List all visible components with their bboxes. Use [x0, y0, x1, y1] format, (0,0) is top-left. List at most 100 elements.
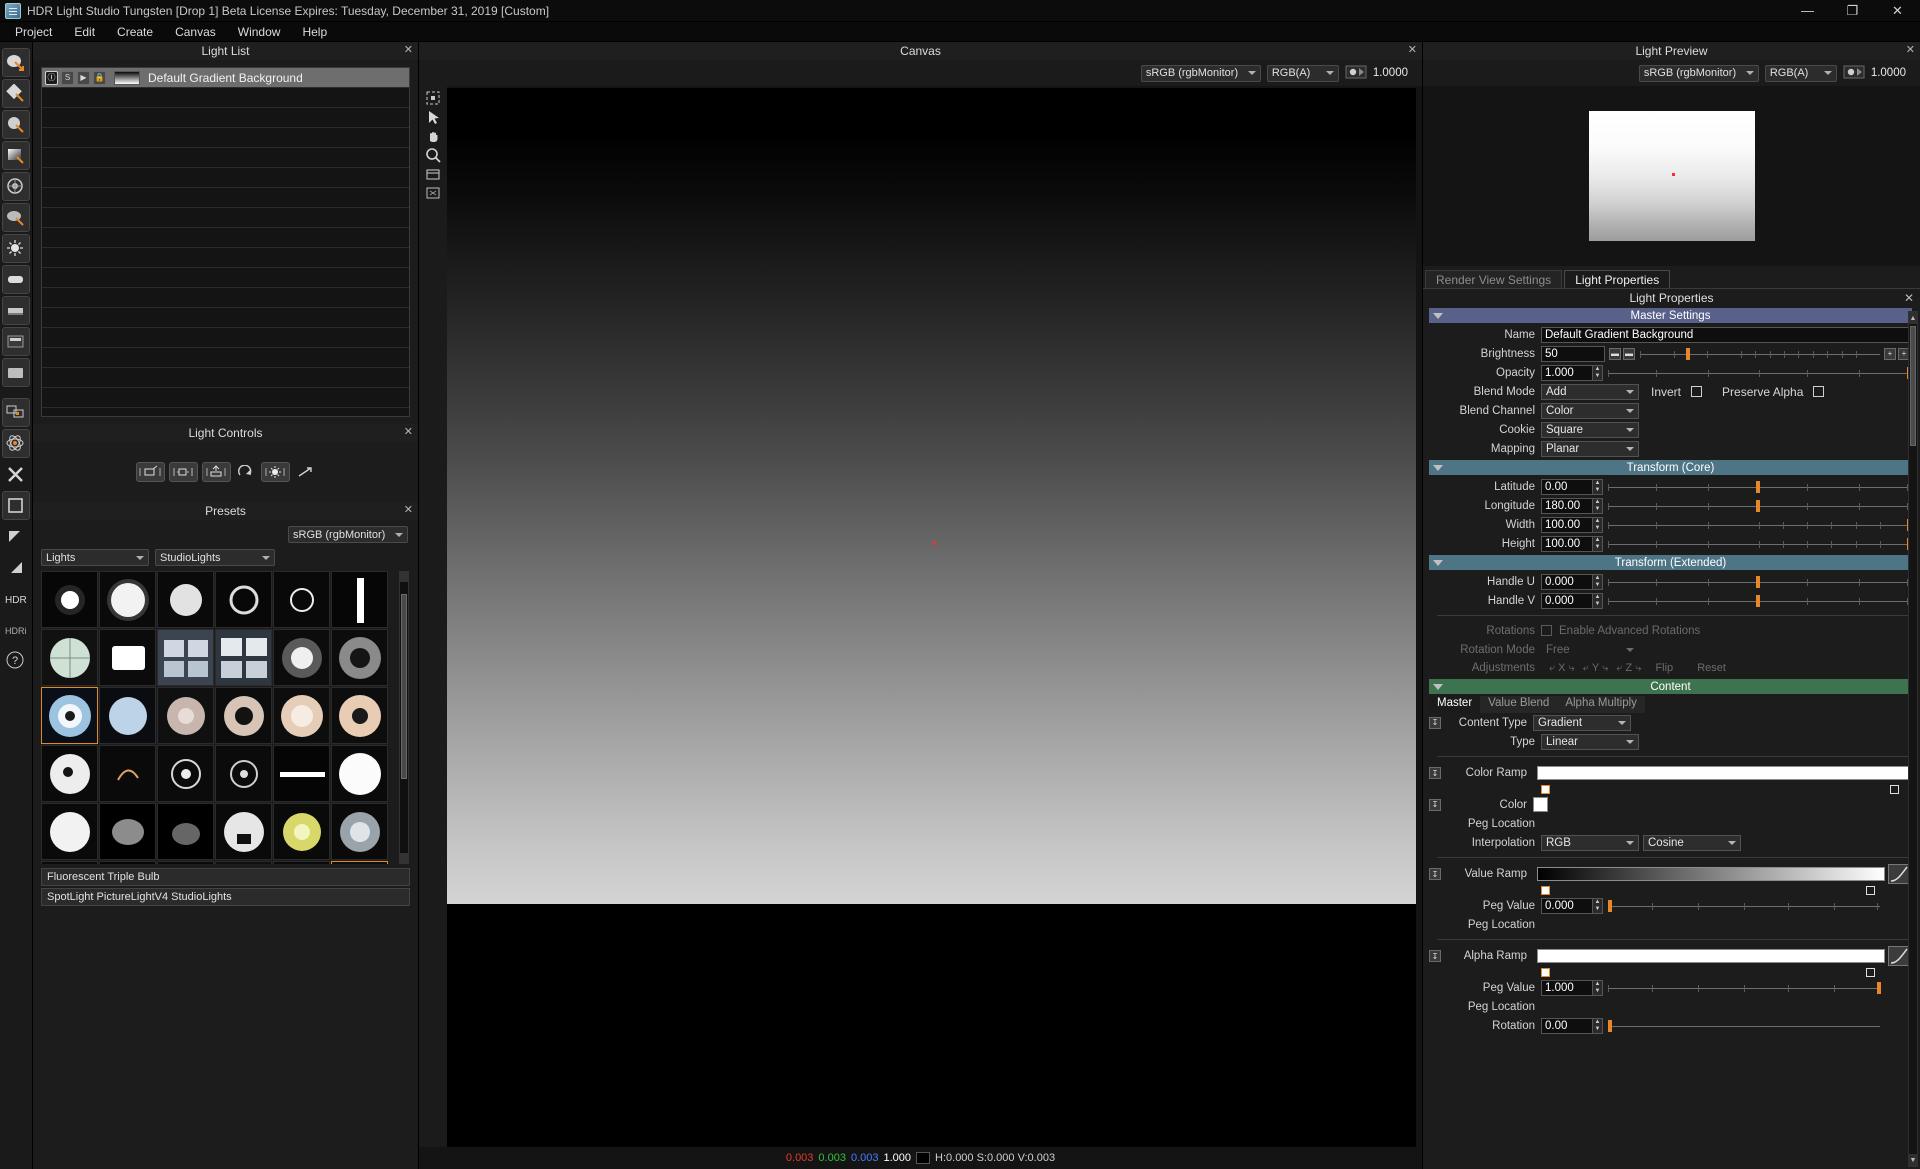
canvas-tool-transform-icon[interactable] — [423, 90, 443, 106]
canvas-close-icon[interactable]: ✕ — [1408, 43, 1417, 56]
alpha-peg-stepper[interactable]: ▲ ▼ — [1593, 979, 1603, 996]
light-list-row[interactable]: Ⓘ S ▶ 🔒 Default Gradient Background — [42, 68, 409, 88]
canvas-exposure-value[interactable]: 1.0000 — [1373, 67, 1408, 79]
control-rotate-icon[interactable] — [235, 462, 257, 482]
tool-quad-light-icon[interactable] — [2, 79, 30, 108]
preset-thumbnail[interactable] — [215, 687, 272, 744]
preview-channel-select[interactable]: RGB(A) — [1764, 64, 1837, 82]
tool-solid-light-icon[interactable] — [2, 358, 30, 387]
presets-scrollbar[interactable] — [399, 571, 409, 864]
menu-item-edit[interactable]: Edit — [63, 23, 106, 41]
scroll-up-icon[interactable] — [400, 572, 408, 582]
interpolation-space-select[interactable]: RGB — [1541, 834, 1639, 851]
tool-image-light-icon[interactable] — [2, 172, 30, 201]
presets-colorspace-select[interactable]: sRGB (rgbMonitor) — [288, 526, 408, 543]
light-preview-close-icon[interactable]: ✕ — [1906, 43, 1915, 56]
height-input[interactable]: 100.00 — [1541, 535, 1593, 552]
content-type-select[interactable]: Gradient — [1533, 714, 1631, 731]
presets-set-select[interactable]: StudioLights — [155, 549, 275, 566]
preset-thumbnail[interactable] — [215, 571, 272, 628]
preset-thumbnail[interactable] — [99, 629, 156, 686]
menu-item-help[interactable]: Help — [291, 23, 338, 41]
light-list-empty-row[interactable] — [42, 308, 409, 328]
preset-thumbnail[interactable] — [331, 629, 388, 686]
canvas-tool-pan-icon[interactable] — [423, 128, 443, 144]
presets-close-icon[interactable]: ✕ — [404, 503, 413, 516]
light-list-empty-row[interactable] — [42, 208, 409, 228]
light-list-empty-row[interactable] — [42, 328, 409, 348]
tool-area-light-icon[interactable] — [2, 48, 30, 77]
light-list-empty-row[interactable] — [42, 368, 409, 388]
light-list-empty-row[interactable] — [42, 108, 409, 128]
menu-item-project[interactable]: Project — [4, 23, 63, 41]
scrollbar-thumb[interactable] — [1910, 326, 1916, 446]
light-select-icon[interactable]: ▶ — [77, 70, 90, 85]
canvas-gradient-render[interactable] — [447, 133, 1416, 904]
control-scale-icon[interactable] — [294, 462, 316, 482]
alpha-ramp-curve-icon[interactable] — [1888, 946, 1910, 966]
opacity-stepper[interactable]: ▲ ▼ — [1593, 364, 1603, 381]
tool-layout-icon[interactable] — [2, 398, 30, 427]
light-power-icon[interactable]: Ⓘ — [45, 70, 58, 85]
handle-u-stepper[interactable]: ▲ ▼ — [1593, 573, 1603, 590]
collapse-triangle-icon[interactable] — [1433, 559, 1443, 566]
canvas-colorspace-select[interactable]: sRGB (rgbMonitor) — [1140, 64, 1261, 82]
color-ramp-strip[interactable] — [1537, 766, 1910, 780]
preset-thumbnail[interactable] — [273, 687, 330, 744]
preset-thumbnail[interactable] — [99, 745, 156, 802]
menu-item-create[interactable]: Create — [106, 23, 164, 41]
value-ramp-curve-icon[interactable] — [1888, 864, 1910, 884]
section-master-settings[interactable]: Master Settings — [1429, 308, 1912, 323]
handle-v-input[interactable]: 0.000 — [1541, 592, 1593, 609]
name-input[interactable]: Default Gradient Background — [1541, 326, 1910, 343]
latitude-slider[interactable] — [1608, 479, 1910, 495]
light-list-empty-row[interactable] — [42, 188, 409, 208]
latitude-input[interactable]: 0.00 — [1541, 478, 1593, 495]
light-list-empty-row[interactable] — [42, 168, 409, 188]
alpha-peg-value-input[interactable]: 1.000 — [1541, 979, 1593, 996]
preset-thumbnail[interactable] — [41, 745, 98, 802]
preview-colorspace-select[interactable]: sRGB (rgbMonitor) — [1638, 64, 1759, 82]
handle-v-slider[interactable] — [1608, 593, 1910, 609]
preset-thumbnail[interactable] — [157, 803, 214, 860]
width-stepper[interactable]: ▲ ▼ — [1593, 516, 1603, 533]
cookie-select[interactable]: Square — [1541, 421, 1639, 438]
rotation-input[interactable]: 0.00 — [1541, 1017, 1593, 1034]
scrollbar-thumb[interactable] — [401, 594, 407, 779]
tool-strip-light-icon[interactable] — [2, 265, 30, 294]
color-swatch[interactable] — [1533, 797, 1548, 812]
tool-panel-light-icon[interactable] — [2, 327, 30, 356]
preset-thumbnail[interactable] — [273, 861, 330, 864]
width-input[interactable]: 100.00 — [1541, 516, 1593, 533]
preset-thumbnail[interactable] — [41, 861, 98, 864]
preset-thumbnail[interactable] — [41, 803, 98, 860]
height-slider[interactable] — [1608, 536, 1911, 552]
value-ramp-import-icon[interactable]: ↧ — [1429, 868, 1441, 880]
control-move-icon[interactable] — [135, 462, 165, 482]
preset-thumbnail[interactable] — [157, 861, 214, 864]
brightness-plus-small-icon[interactable]: + — [1884, 347, 1896, 360]
color-ramp-peg-end[interactable] — [1890, 785, 1899, 794]
light-list-empty-row[interactable] — [42, 388, 409, 408]
handle-v-stepper[interactable]: ▲ ▼ — [1593, 592, 1603, 609]
alpha-peg-slider[interactable] — [1608, 980, 1882, 996]
light-position-marker[interactable] — [933, 541, 937, 545]
tool-procedural-icon[interactable] — [2, 203, 30, 232]
tool-help-icon[interactable]: ? — [2, 646, 30, 675]
color-ramp-peg-start[interactable] — [1541, 785, 1550, 794]
color-import-icon[interactable]: ↧ — [1429, 798, 1441, 811]
height-stepper[interactable]: ▲ ▼ — [1593, 535, 1603, 552]
tool-corner-lr-icon[interactable] — [2, 553, 30, 582]
value-ramp-peg-end[interactable] — [1866, 886, 1875, 895]
preview-exposure-value[interactable]: 1.0000 — [1871, 67, 1906, 79]
longitude-stepper[interactable]: ▲ ▼ — [1593, 497, 1603, 514]
tool-corner-ul-icon[interactable] — [2, 522, 30, 551]
light-list-empty-row[interactable] — [42, 288, 409, 308]
preview-exposure-icon[interactable] — [1843, 64, 1865, 83]
light-list-empty-row[interactable] — [42, 128, 409, 148]
canvas-tool-zoomfit-icon[interactable] — [423, 185, 443, 201]
latitude-stepper[interactable]: ▲ ▼ — [1593, 478, 1603, 495]
close-button[interactable]: ✕ — [1875, 0, 1920, 22]
tool-delete-icon[interactable] — [2, 460, 30, 489]
light-list-close-icon[interactable]: ✕ — [404, 43, 413, 56]
